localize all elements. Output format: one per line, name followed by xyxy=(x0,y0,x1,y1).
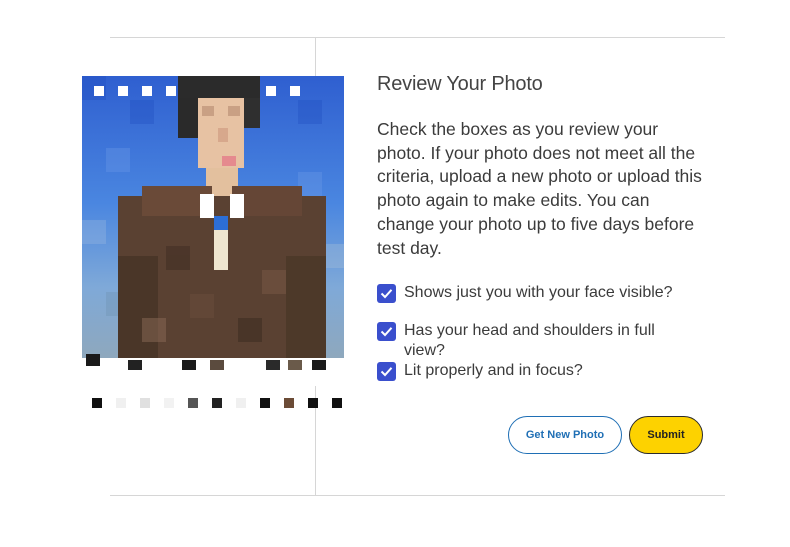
checklist-label: Shows just you with your face visible? xyxy=(404,284,673,301)
checkbox-checked-icon[interactable] xyxy=(377,362,396,381)
checkbox-checked-icon[interactable] xyxy=(377,284,396,303)
submit-button[interactable]: Submit xyxy=(629,416,703,454)
bottom-divider xyxy=(110,495,725,496)
uploaded-photo xyxy=(82,76,344,410)
instructions-text: Check the boxes as you review your photo… xyxy=(377,119,702,258)
page-title: Review Your Photo xyxy=(377,73,543,95)
checklist-label: Lit properly and in focus? xyxy=(404,362,583,379)
review-panel: Review Your Photo Check the boxes as you… xyxy=(377,70,707,260)
checkbox-checked-icon[interactable] xyxy=(377,322,396,341)
checklist-item-head-shoulders[interactable]: Has your head and shoulders in full view… xyxy=(377,321,694,361)
top-divider xyxy=(110,37,725,38)
checklist-item-face-visible[interactable]: Shows just you with your face visible? xyxy=(377,283,694,303)
checklist-label: Has your head and shoulders in full view… xyxy=(404,322,655,359)
get-new-photo-button[interactable]: Get New Photo xyxy=(508,416,622,454)
checklist-item-lighting-focus[interactable]: Lit properly and in focus? xyxy=(377,361,694,381)
